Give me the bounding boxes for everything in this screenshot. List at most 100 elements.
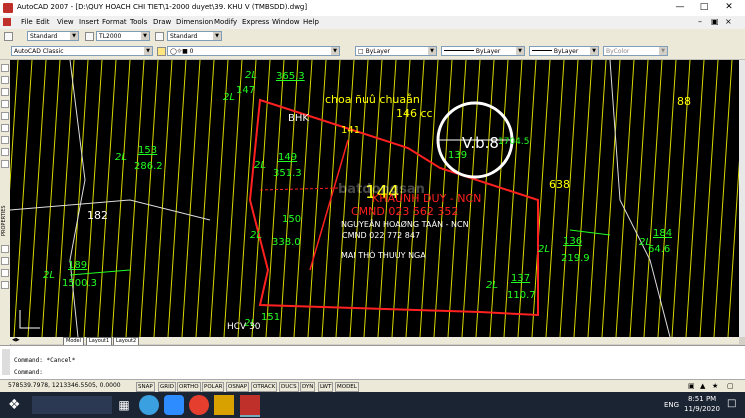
linetype-select[interactable]: ByLayer ▼: [441, 46, 525, 56]
parcel-area: 351.3: [273, 168, 302, 179]
polyline-tool-icon[interactable]: [1, 76, 9, 84]
rectangle-tool-icon[interactable]: [1, 100, 9, 108]
hatch-line: [237, 60, 257, 337]
region-tool-icon[interactable]: [1, 257, 9, 265]
polygon-tool-icon[interactable]: [1, 88, 9, 96]
menu-dimension[interactable]: Dimension: [176, 18, 213, 26]
coordinates: 578539.7978, 1213346.5505, 0.0000: [8, 382, 121, 389]
parcel-area: 338.0: [272, 237, 301, 248]
color-select[interactable]: □ ByLayer ▼: [355, 46, 437, 56]
notification-icon[interactable]: □: [727, 398, 736, 409]
dim-style-icon[interactable]: [85, 32, 94, 41]
command-history: Command: *Cancel*: [14, 357, 76, 364]
lineweight-select[interactable]: ByLayer ▼: [529, 46, 599, 56]
lock-icon[interactable]: ▣: [688, 382, 695, 390]
menu-view[interactable]: View: [57, 18, 74, 26]
autocad-taskbar-icon[interactable]: [240, 395, 260, 417]
hatch-line: [167, 60, 187, 337]
menu-format[interactable]: Format: [102, 18, 127, 26]
menu-draw[interactable]: Draw: [153, 18, 171, 26]
hatch-line: [69, 60, 89, 337]
doc-close-icon[interactable]: ×: [725, 17, 732, 26]
hatch-line: [559, 60, 579, 337]
model-toggle[interactable]: MODEL: [335, 382, 359, 392]
browser-icon[interactable]: [139, 395, 159, 415]
menu-insert[interactable]: Insert: [79, 18, 99, 26]
comm-center-icon[interactable]: ★: [712, 382, 718, 390]
clock-date[interactable]: 11/9/2020: [684, 405, 720, 413]
grid-toggle[interactable]: GRID: [158, 382, 176, 392]
zoom-icon[interactable]: [164, 395, 184, 415]
line-tool-icon[interactable]: [1, 64, 9, 72]
spline-tool-icon[interactable]: [1, 136, 9, 144]
layer-manager-icon[interactable]: [157, 47, 166, 56]
doc-restore-icon[interactable]: ▣: [711, 17, 719, 26]
dim-style-select[interactable]: TL2000 ▼: [96, 31, 150, 41]
menu-window[interactable]: Window: [272, 18, 300, 26]
circle-tool-icon[interactable]: [1, 124, 9, 132]
clean-screen-icon[interactable]: ▢: [727, 382, 734, 390]
menu-edit[interactable]: Edit: [36, 18, 50, 26]
explorer-icon[interactable]: [214, 395, 234, 415]
vertical-scrollbar[interactable]: [739, 60, 745, 337]
language[interactable]: ENG: [664, 401, 679, 409]
polar-toggle[interactable]: POLAR: [202, 382, 225, 392]
parcel-number: 137: [511, 273, 531, 284]
close-icon[interactable]: ✕: [718, 1, 740, 14]
properties-palette-tab[interactable]: PROPERTIES: [0, 178, 10, 238]
parcel-number: 136: [563, 236, 583, 247]
menu-express[interactable]: Express: [242, 18, 269, 26]
parcel-number: 149: [278, 152, 298, 163]
hatch-tool-icon[interactable]: [1, 245, 9, 253]
plotstyle-select[interactable]: ByColor ▼: [603, 46, 668, 56]
doc-minimize-icon[interactable]: –: [698, 17, 702, 26]
menu-modify[interactable]: Modify: [214, 18, 237, 26]
dyn-toggle[interactable]: DYN: [300, 382, 316, 392]
window-title: AutoCAD 2007 - [D:\QUY HOACH CHI TIET\1-…: [17, 3, 308, 11]
parcel-area: 110.7: [507, 290, 536, 301]
drawing-canvas[interactable]: 2L 365.3 2L 147 choa ñuû chuaån 146 cc B…: [10, 60, 739, 337]
chrome-icon[interactable]: [189, 395, 209, 415]
menu-file[interactable]: File: [21, 18, 33, 26]
tray-icon[interactable]: ▲: [700, 382, 705, 390]
autocad-logo-icon[interactable]: [3, 3, 13, 13]
tab-nav-icon[interactable]: ◀▶: [12, 337, 20, 343]
hatch-line: [489, 60, 509, 337]
table-tool-icon[interactable]: [1, 269, 9, 277]
ortho-toggle[interactable]: ORTHO: [177, 382, 201, 392]
text-style-icon[interactable]: [4, 32, 13, 41]
ellipse-tool-icon[interactable]: [1, 148, 9, 156]
layer-select[interactable]: ◯☼■ 0 ▼: [167, 46, 340, 56]
ducs-toggle[interactable]: DUCS: [279, 382, 299, 392]
command-window[interactable]: Command: *Cancel* Command:: [0, 345, 745, 380]
start-icon[interactable]: ❖: [8, 395, 28, 415]
hatch-line: [111, 60, 131, 337]
hatch-line: [699, 60, 719, 337]
table-style-select[interactable]: Standard ▼: [167, 31, 222, 41]
arc-tool-icon[interactable]: [1, 112, 9, 120]
block-tool-icon[interactable]: [1, 160, 9, 168]
text-style-select[interactable]: Standard ▼: [27, 31, 79, 41]
white-number: 88: [677, 95, 691, 108]
owner-line-5: MAI THÒ THUÙY NGA: [341, 251, 426, 260]
menu-tools[interactable]: Tools: [130, 18, 147, 26]
workspace-select[interactable]: AutoCAD Classic ▼: [11, 46, 153, 56]
maximize-icon[interactable]: □: [693, 1, 715, 14]
otrack-toggle[interactable]: OTRACK: [251, 382, 278, 392]
mtext-tool-icon[interactable]: [1, 281, 9, 289]
menu-help[interactable]: Help: [303, 18, 319, 26]
lwt-toggle[interactable]: LWT: [318, 382, 334, 392]
snap-toggle[interactable]: SNAP: [136, 382, 155, 392]
clock-time[interactable]: 8:51 PM: [688, 395, 716, 403]
osnap-toggle[interactable]: OSNAP: [226, 382, 250, 392]
parcel-number: 189: [68, 260, 88, 271]
table-style-icon[interactable]: [155, 32, 164, 41]
doc-icon[interactable]: [3, 18, 11, 26]
task-view-icon[interactable]: ▦: [114, 395, 134, 415]
command-prompt[interactable]: Command:: [14, 369, 43, 376]
search-box[interactable]: [32, 396, 112, 414]
hatch-line: [27, 60, 47, 337]
command-grip[interactable]: [2, 349, 10, 375]
minimize-icon[interactable]: —: [669, 1, 691, 14]
menu-bar: File Edit View Insert Format Tools Draw …: [0, 16, 745, 29]
